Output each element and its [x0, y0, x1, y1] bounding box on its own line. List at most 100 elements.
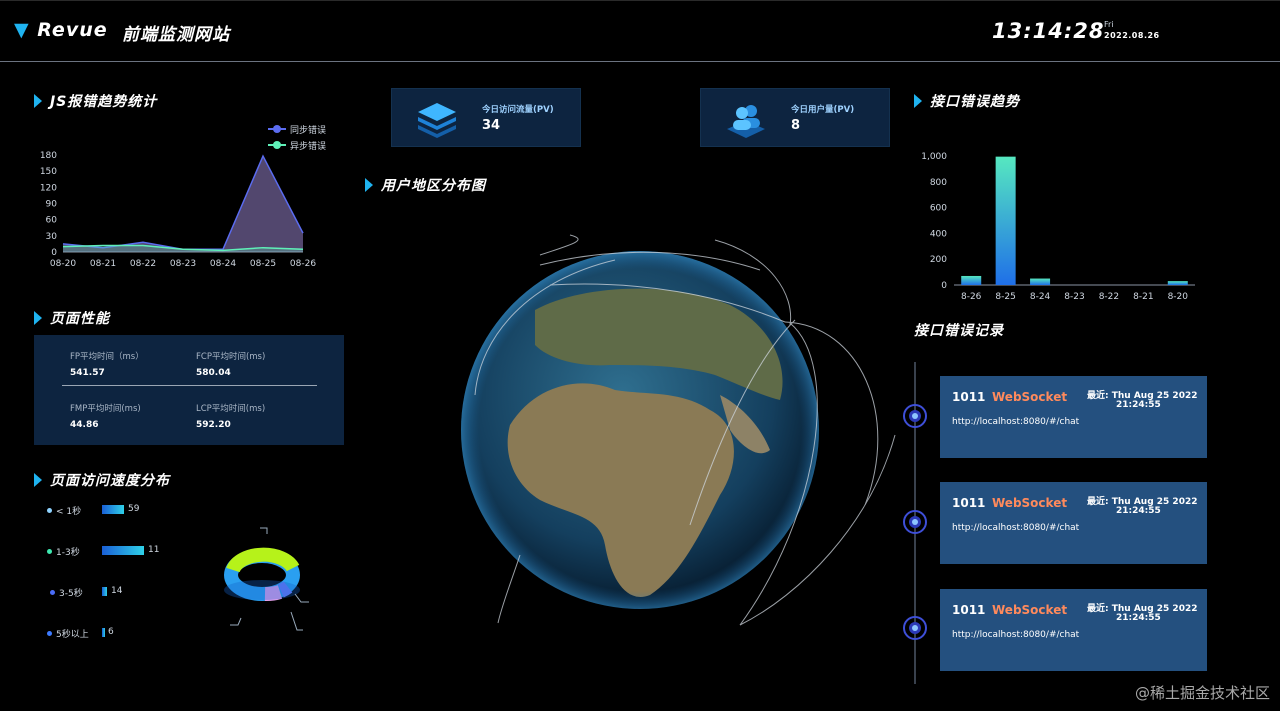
error-code: 1011	[952, 390, 986, 404]
speed-bar	[102, 628, 105, 637]
error-code: 1011	[952, 496, 986, 510]
divider	[62, 385, 317, 386]
weekday: Fri	[1104, 20, 1114, 29]
x-tick-label: 08-23	[170, 259, 196, 269]
legend-async-label: 异步错误	[290, 140, 326, 152]
speed-dot-icon	[47, 508, 52, 513]
globe-glow	[461, 251, 819, 609]
api-trend-section-title: 接口错误趋势	[914, 91, 1020, 111]
y-tick-label: 0	[941, 281, 947, 291]
api-error-card[interactable]: 1011 WebSocket 最近: Thu Aug 25 2022 21:24…	[940, 376, 1207, 458]
x-tick-label: 8-22	[1099, 292, 1119, 302]
x-tick-label: 08-22	[130, 259, 156, 269]
x-tick-label: 08-20	[50, 259, 76, 269]
error-time: 21:24:55	[1116, 400, 1161, 410]
y-tick-label: 800	[930, 178, 947, 188]
date: 2022.08.26	[1104, 31, 1160, 40]
layers-icon	[418, 103, 456, 138]
js-error-chart: 同步错误 异步错误 0 30 60 90 120 150 180 08-20 08-21 08-2…	[40, 124, 326, 269]
speed-row-label: < 1秒	[47, 504, 81, 517]
section-marker-icon	[34, 311, 42, 325]
api-error-trend-chart: 0 200 400 600 800 1,000 8-26 8-25 8-24 8-23 8-22 8-…	[921, 152, 1195, 302]
legend-sync-label: 同步错误	[290, 124, 326, 136]
bar	[1030, 278, 1051, 285]
timeline-node-icon	[903, 404, 927, 428]
globe-map[interactable]	[440, 225, 910, 630]
revue-logo-icon: ▼	[14, 19, 30, 41]
speed-row-label: 3-5秒	[50, 586, 83, 599]
x-tick-label: 08-24	[210, 259, 236, 269]
uv-label: 今日用户量(PV)	[791, 105, 855, 115]
error-url[interactable]: http://localhost:8080/#/chat	[952, 523, 1079, 533]
y-tick-label: 90	[46, 200, 58, 210]
x-tick-label: 8-20	[1168, 292, 1189, 302]
speed-count: 59	[128, 504, 140, 514]
x-tick-label: 08-25	[250, 259, 276, 269]
uv-value: 8	[791, 118, 801, 133]
api-error-card[interactable]: 1011 WebSocket 最近: Thu Aug 25 2022 21:24…	[940, 589, 1207, 671]
speed-bar	[102, 587, 107, 596]
pv-stat-card: 今日访问流量(PV) 34	[391, 88, 581, 147]
watermark: @稀土掘金技术社区	[1134, 684, 1270, 702]
api-error-card[interactable]: 1011 WebSocket 最近: Thu Aug 25 2022 21:24…	[940, 482, 1207, 564]
section-marker-icon	[365, 178, 373, 192]
y-tick-label: 180	[40, 151, 57, 161]
section-marker-icon	[34, 473, 42, 487]
y-tick-label: 60	[46, 216, 58, 226]
series-area	[63, 156, 303, 252]
x-tick-label: 8-24	[1030, 292, 1051, 302]
fp-value: 541.57	[70, 368, 105, 378]
top-header: ▼ Revue 前端监测网站 13:14:28 Fri 2022.08.26	[0, 0, 1280, 62]
uv-stat-card: 今日用户量(PV) 8	[700, 88, 890, 147]
speed-dot-icon	[47, 631, 52, 636]
speed-count: 6	[108, 627, 114, 637]
fmp-label: FMP平均时间(ms)	[70, 404, 141, 414]
api-records-section-title: 接口错误记录	[914, 323, 1004, 339]
speed-dot-icon	[50, 590, 55, 595]
error-url[interactable]: http://localhost:8080/#/chat	[952, 417, 1079, 427]
y-tick-label: 150	[40, 167, 57, 177]
x-tick-label: 8-26	[961, 292, 982, 302]
speed-bar	[102, 505, 124, 514]
legend-async-marker	[273, 141, 281, 149]
fcp-label: FCP平均时间(ms)	[196, 352, 266, 362]
legend-sync-marker	[273, 125, 281, 133]
map-section-title: 用户地区分布图	[365, 175, 486, 195]
speed-row-label: 5秒以上	[47, 627, 89, 640]
section-marker-icon	[914, 94, 922, 108]
x-tick-label: 8-25	[995, 292, 1015, 302]
pv-value: 34	[482, 118, 501, 133]
fp-label: FP平均时间（ms）	[70, 352, 144, 362]
speed-count: 14	[111, 586, 123, 596]
speed-count: 11	[148, 545, 160, 555]
lcp-value: 592.20	[196, 420, 231, 430]
bar	[1167, 281, 1188, 285]
timeline-node-icon	[903, 616, 927, 640]
fcp-value: 580.04	[196, 368, 231, 378]
logo-text: Revue	[37, 19, 108, 41]
chart-legend[interactable]: 同步错误 异步错误	[268, 124, 326, 152]
speed-section-title: 页面访问速度分布	[34, 470, 170, 490]
speed-bar	[102, 546, 144, 555]
ring-shadow	[224, 580, 300, 600]
performance-panel: FP平均时间（ms） 541.57 FCP平均时间(ms) 580.04 FMP…	[34, 335, 344, 445]
error-type: WebSocket	[992, 603, 1068, 617]
speed-ring-chart	[224, 527, 309, 631]
pv-label: 今日访问流量(PV)	[482, 105, 554, 115]
y-tick-label: 120	[40, 183, 57, 193]
y-tick-label: 0	[51, 248, 57, 258]
brand-logo[interactable]: ▼ Revue	[14, 19, 108, 41]
error-type: WebSocket	[992, 496, 1068, 510]
section-marker-icon	[34, 94, 42, 108]
clock: 13:14:28	[992, 19, 1105, 43]
bar	[961, 275, 982, 285]
y-tick-label: 200	[930, 255, 947, 265]
error-url[interactable]: http://localhost:8080/#/chat	[952, 630, 1079, 640]
fmp-value: 44.86	[70, 420, 99, 430]
timeline-node-icon	[903, 510, 927, 534]
site-title: 前端监测网站	[122, 25, 230, 45]
speed-dot-icon	[47, 549, 52, 554]
x-tick-label: 08-26	[290, 259, 316, 269]
speed-row-label: 1-3秒	[47, 545, 80, 558]
y-tick-label: 600	[930, 204, 947, 214]
